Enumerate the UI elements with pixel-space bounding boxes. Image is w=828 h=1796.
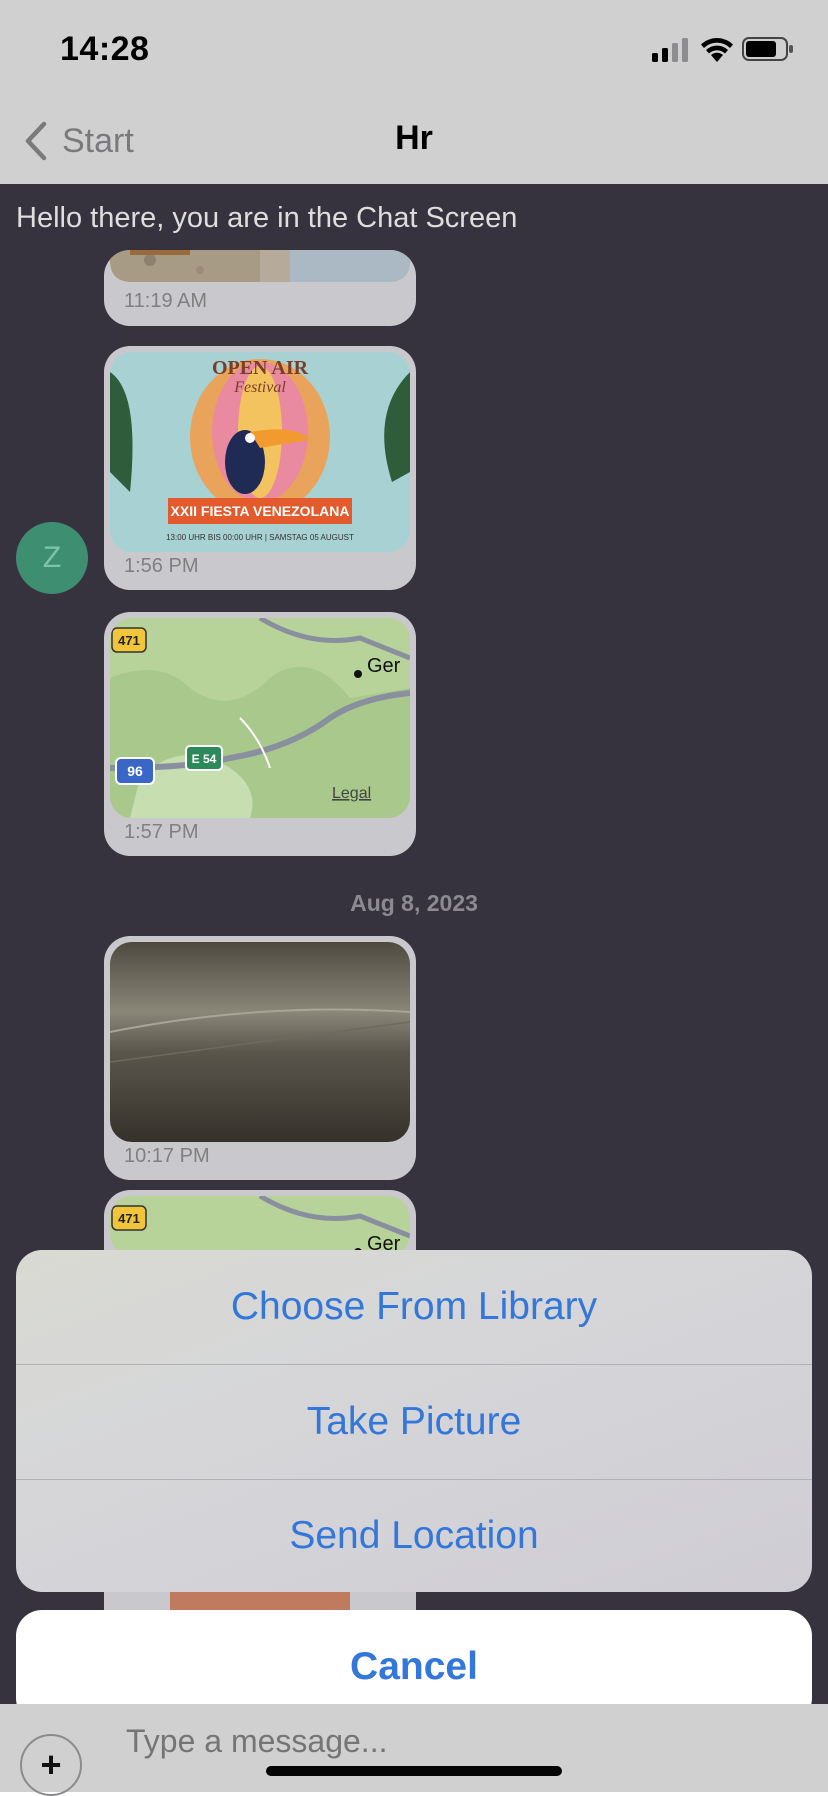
- map-place-label: Ger: [367, 655, 401, 677]
- status-bar: 14:28: [0, 0, 828, 95]
- image-message[interactable]: 10:17 PM: [104, 936, 416, 1180]
- message-timestamp: 1:56 PM: [124, 555, 199, 577]
- chat-banner: Hello there, you are in the Chat Screen: [16, 202, 518, 234]
- navigation-bar: Start Hr: [0, 95, 828, 184]
- map-preview[interactable]: 471 Ger: [110, 1196, 410, 1256]
- photo-image[interactable]: [110, 942, 410, 1142]
- cellular-signal-icon: [652, 38, 688, 62]
- avatar[interactable]: Z: [16, 522, 88, 594]
- photo-graphic: [110, 942, 410, 1142]
- battery-icon: [742, 37, 793, 61]
- map-preview[interactable]: 471 96 E 54 Ger Legal: [110, 618, 410, 818]
- message-composer: +: [0, 1704, 828, 1796]
- action-sheet: Choose From Library Take Picture Send Lo…: [16, 1250, 812, 1592]
- wifi-icon: [701, 38, 733, 62]
- poster-footer-text: 13:00 UHR BIS 00:00 UHR | SAMSTAG 05 AUG…: [166, 533, 354, 542]
- send-location-button[interactable]: Send Location: [16, 1479, 812, 1592]
- map-graphic: 471 96 E 54 Ger Legal: [110, 618, 410, 818]
- page-title: Hr: [395, 119, 433, 157]
- festival-poster-image[interactable]: XXII FIESTA VENEZOLANA OPEN AIR Festival…: [110, 352, 410, 552]
- message-timestamp: 10:17 PM: [124, 1145, 210, 1167]
- poster-banner-text: XXII FIESTA VENEZOLANA: [171, 503, 350, 519]
- message-input[interactable]: [124, 1722, 728, 1761]
- map-legal-link: Legal: [332, 785, 371, 802]
- image-message[interactable]: 11:19 AM: [104, 250, 416, 326]
- choose-from-library-button[interactable]: Choose From Library: [16, 1250, 812, 1364]
- add-attachment-button[interactable]: +: [20, 1734, 82, 1796]
- map-shield-96: 96: [127, 763, 143, 779]
- poster-artwork: XXII FIESTA VENEZOLANA OPEN AIR Festival…: [110, 352, 410, 552]
- map-graphic: 471 Ger: [110, 1196, 410, 1256]
- message-timestamp: 1:57 PM: [124, 821, 199, 843]
- date-separator: Aug 8, 2023: [350, 890, 478, 916]
- map-shield-471: 471: [118, 633, 140, 648]
- poster-heading-text: OPEN AIR: [212, 357, 309, 379]
- beach-photo[interactable]: [110, 250, 410, 282]
- message-timestamp: 11:19 AM: [124, 290, 208, 312]
- home-indicator: [266, 1766, 562, 1776]
- image-message[interactable]: XXII FIESTA VENEZOLANA OPEN AIR Festival…: [104, 346, 416, 590]
- status-time: 14:28: [60, 30, 150, 68]
- map-shield-e54: E 54: [192, 752, 217, 766]
- take-picture-button[interactable]: Take Picture: [16, 1365, 812, 1479]
- poster-script-text: Festival: [233, 379, 286, 396]
- map-shield-471: 471: [118, 1211, 140, 1226]
- location-message[interactable]: 471 96 E 54 Ger Legal 1:57 PM: [104, 612, 416, 856]
